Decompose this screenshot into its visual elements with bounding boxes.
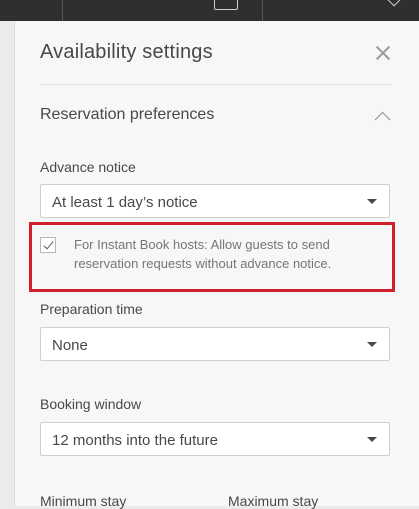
minimum-stay-label: Minimum stay — [40, 493, 127, 509]
caret-down-icon — [367, 342, 377, 347]
panel-title: Availability settings — [40, 41, 213, 63]
availability-settings-panel: Availability settings Reservation prefer… — [14, 21, 419, 509]
close-icon[interactable] — [373, 43, 393, 63]
advance-notice-label: Advance notice — [40, 159, 136, 175]
booking-window-value: 12 months into the future — [52, 432, 218, 449]
booking-window-select[interactable]: 12 months into the future — [40, 422, 390, 456]
calendar-icon[interactable] — [214, 0, 238, 10]
preparation-time-label: Preparation time — [40, 301, 143, 317]
instant-book-checkbox-label: For Instant Book hosts: Allow guests to … — [74, 237, 332, 271]
maximum-stay-label: Maximum stay — [228, 493, 319, 509]
chevron-down-icon[interactable] — [385, 0, 403, 7]
nav-divider — [262, 0, 263, 21]
caret-down-icon — [367, 437, 377, 442]
divider — [40, 84, 392, 85]
preparation-time-select[interactable]: None — [40, 327, 390, 361]
instant-book-checkbox[interactable] — [40, 237, 56, 253]
top-navigation-bar — [0, 0, 419, 21]
nav-divider — [62, 0, 63, 21]
chevron-up-icon[interactable] — [374, 111, 391, 128]
preparation-time-value: None — [52, 337, 88, 354]
section-title-reservation-preferences[interactable]: Reservation preferences — [40, 106, 214, 124]
check-icon — [43, 238, 54, 250]
booking-window-label: Booking window — [40, 396, 142, 412]
advance-notice-value: At least 1 day’s notice — [52, 194, 198, 211]
advance-notice-select[interactable]: At least 1 day’s notice — [40, 184, 390, 218]
caret-down-icon — [367, 199, 377, 204]
